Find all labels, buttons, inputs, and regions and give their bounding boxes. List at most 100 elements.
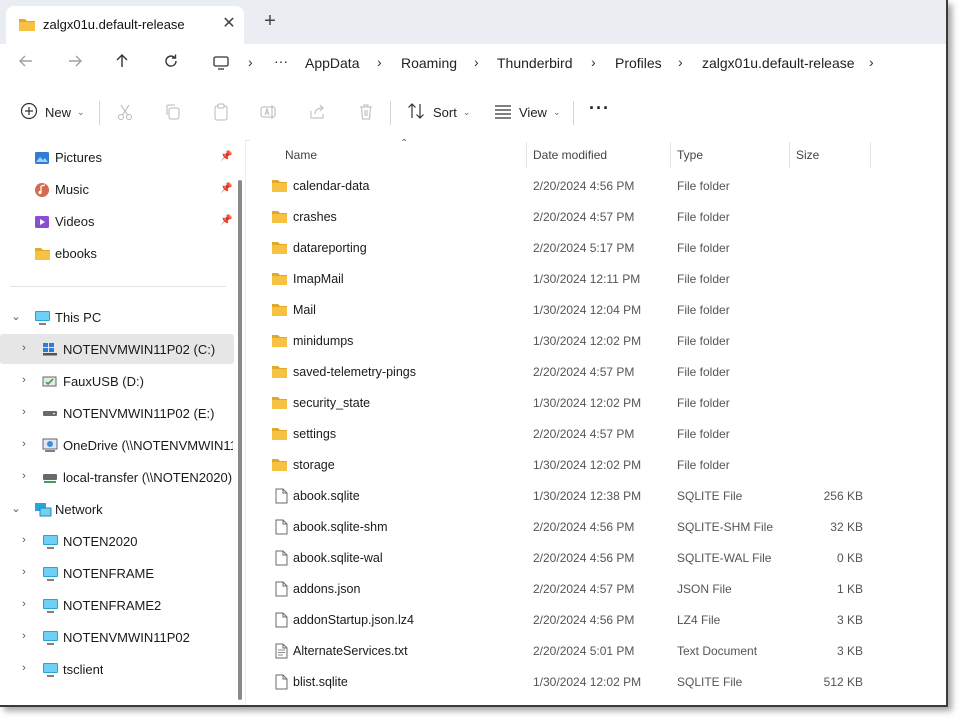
column-header-name[interactable]: Name bbox=[285, 148, 317, 162]
column-divider[interactable] bbox=[789, 142, 790, 168]
column-header-size[interactable]: Size bbox=[796, 148, 819, 162]
sidebar-item-tsclient[interactable]: › tsclient bbox=[0, 654, 234, 684]
rename-icon[interactable] bbox=[259, 102, 279, 122]
sidebar-item-music[interactable]: Music 📌 bbox=[0, 174, 234, 204]
delete-icon[interactable] bbox=[356, 102, 376, 122]
sidebar-item-drive-c[interactable]: › NOTENVMWIN11P02 (C:) bbox=[0, 334, 234, 364]
table-row[interactable]: blist.sqlite 1/30/2024 12:02 PM SQLITE Fil… bbox=[250, 667, 946, 698]
column-divider[interactable] bbox=[526, 142, 527, 168]
forward-arrow-icon[interactable] bbox=[63, 52, 87, 76]
file-name: security_state bbox=[293, 396, 371, 410]
breadcrumb-current-folder[interactable]: zalgx01u.default-release bbox=[702, 55, 855, 71]
table-row[interactable]: abook.sqlite-shm 2/20/2024 4:56 PM SQLITE-… bbox=[250, 512, 946, 543]
chevron-right-icon[interactable]: › bbox=[869, 54, 874, 70]
chevron-right-icon[interactable]: › bbox=[18, 630, 30, 642]
pin-icon[interactable]: 📌 bbox=[220, 151, 232, 162]
file-icon bbox=[275, 488, 288, 507]
breadcrumb-profiles[interactable]: Profiles bbox=[615, 55, 662, 71]
sidebar-item-noten2020[interactable]: › NOTEN2020 bbox=[0, 526, 234, 556]
new-button[interactable]: New ⌄ bbox=[20, 102, 85, 123]
copy-icon[interactable] bbox=[163, 102, 183, 122]
table-row[interactable]: abook.sqlite 1/30/2024 12:38 PM SQLITE Fil… bbox=[250, 481, 946, 512]
chevron-down-icon[interactable]: ⌄ bbox=[10, 310, 22, 323]
file-type: File folder bbox=[677, 241, 730, 255]
breadcrumb-roaming[interactable]: Roaming bbox=[401, 55, 457, 71]
sidebar-scrollbar[interactable] bbox=[238, 180, 242, 700]
share-icon[interactable] bbox=[307, 102, 327, 122]
table-row[interactable]: settings 2/20/2024 4:57 PM File folder bbox=[250, 419, 946, 450]
file-type: SQLITE File bbox=[677, 489, 743, 503]
chevron-right-icon[interactable]: › bbox=[474, 54, 479, 70]
table-row[interactable]: ImapMail 1/30/2024 12:11 PM File folder bbox=[250, 264, 946, 295]
table-row[interactable]: abook.sqlite-wal 2/20/2024 4:56 PM SQLITE-… bbox=[250, 543, 946, 574]
column-header-type[interactable]: Type bbox=[677, 148, 703, 162]
pin-icon[interactable]: 📌 bbox=[220, 183, 232, 194]
file-size: 32 KB bbox=[830, 520, 863, 534]
column-divider[interactable] bbox=[670, 142, 671, 168]
close-icon[interactable]: ✕ bbox=[219, 14, 239, 34]
table-row[interactable]: addons.json 2/20/2024 4:57 PM JSON File 1 K… bbox=[250, 574, 946, 605]
table-row[interactable]: saved-telemetry-pings 2/20/2024 4:57 PM Fi… bbox=[250, 357, 946, 388]
sidebar-item-notenframe[interactable]: › NOTENFRAME bbox=[0, 558, 234, 588]
table-row[interactable]: datareporting 2/20/2024 5:17 PM File folde… bbox=[250, 233, 946, 264]
file-name: addons.json bbox=[293, 582, 361, 596]
cut-icon[interactable] bbox=[115, 102, 135, 122]
table-row[interactable]: calendar-data 2/20/2024 4:56 PM File folde… bbox=[250, 171, 946, 202]
this-pc-icon[interactable] bbox=[212, 55, 230, 74]
column-divider[interactable] bbox=[870, 142, 871, 168]
sidebar-item-drive-d[interactable]: › FauxUSB (D:) bbox=[0, 366, 234, 396]
table-row[interactable]: crashes 2/20/2024 4:57 PM File folder bbox=[250, 202, 946, 233]
sidebar-item-network[interactable]: ⌄ Network bbox=[0, 494, 234, 524]
chevron-right-icon[interactable]: › bbox=[18, 374, 30, 386]
table-row[interactable]: Mail 1/30/2024 12:04 PM File folder bbox=[250, 295, 946, 326]
paste-icon[interactable] bbox=[211, 102, 231, 122]
chevron-right-icon[interactable]: › bbox=[18, 406, 30, 418]
table-row[interactable]: storage 1/30/2024 12:02 PM File folder bbox=[250, 450, 946, 481]
sidebar-item-onedrive[interactable]: › OneDrive (\\NOTENVMWIN11P02 bbox=[0, 430, 234, 460]
chevron-right-icon[interactable]: › bbox=[248, 54, 253, 70]
sidebar-item-notenvmwin11p02[interactable]: › NOTENVMWIN11P02 bbox=[0, 622, 234, 652]
table-row[interactable]: addonStartup.json.lz4 2/20/2024 4:56 PM LZ… bbox=[250, 605, 946, 636]
chevron-right-icon[interactable]: › bbox=[678, 54, 683, 70]
sidebar-item-notenframe2[interactable]: › NOTENFRAME2 bbox=[0, 590, 234, 620]
pin-icon[interactable]: 📌 bbox=[220, 215, 232, 226]
sidebar-item-label: FauxUSB (D:) bbox=[63, 374, 144, 389]
file-icon bbox=[275, 519, 288, 538]
column-header-date[interactable]: Date modified bbox=[533, 148, 607, 162]
pane-divider[interactable] bbox=[245, 140, 246, 705]
chevron-right-icon[interactable]: › bbox=[377, 54, 382, 70]
sidebar-item-videos[interactable]: Videos 📌 bbox=[0, 206, 234, 236]
sidebar-item-this-pc[interactable]: ⌄ This PC bbox=[0, 302, 234, 332]
sort-button[interactable]: Sort ⌄ bbox=[407, 102, 470, 123]
chevron-right-icon[interactable]: › bbox=[18, 470, 30, 482]
chevron-down-icon[interactable]: ⌄ bbox=[10, 502, 22, 515]
file-date-modified: 2/20/2024 4:57 PM bbox=[533, 365, 635, 379]
more-options-button[interactable]: ··· bbox=[589, 98, 610, 119]
chevron-right-icon[interactable]: › bbox=[591, 54, 596, 70]
up-arrow-icon[interactable] bbox=[110, 52, 134, 76]
chevron-right-icon[interactable]: › bbox=[18, 342, 30, 354]
back-arrow-icon[interactable] bbox=[14, 52, 38, 76]
breadcrumb-thunderbird[interactable]: Thunderbird bbox=[497, 55, 573, 71]
tab-current[interactable]: zalgx01u.default-release ✕ bbox=[6, 6, 244, 44]
sidebar-item-local-transfer[interactable]: › local-transfer (\\NOTEN2020) (T:) bbox=[0, 462, 234, 492]
computer-icon bbox=[42, 662, 59, 681]
sidebar-item-drive-e[interactable]: › NOTENVMWIN11P02 (E:) bbox=[0, 398, 234, 428]
breadcrumb[interactable]: › ··· AppData › Roaming › Thunderbird › … bbox=[202, 48, 942, 80]
new-tab-button[interactable]: + bbox=[260, 11, 280, 31]
chevron-right-icon[interactable]: › bbox=[18, 598, 30, 610]
refresh-icon[interactable] bbox=[159, 52, 183, 76]
sidebar-item-pictures[interactable]: Pictures 📌 bbox=[0, 142, 234, 172]
sidebar-item-ebooks[interactable]: ebooks bbox=[0, 238, 234, 268]
table-row[interactable]: security_state 1/30/2024 12:02 PM File fol… bbox=[250, 388, 946, 419]
chevron-right-icon[interactable]: › bbox=[18, 566, 30, 578]
breadcrumb-overflow[interactable]: ··· bbox=[274, 53, 288, 69]
view-button[interactable]: View ⌄ bbox=[494, 102, 561, 123]
breadcrumb-appdata[interactable]: AppData bbox=[305, 55, 359, 71]
chevron-right-icon[interactable]: › bbox=[18, 534, 30, 546]
chevron-right-icon[interactable]: › bbox=[18, 438, 30, 450]
file-type: Text Document bbox=[677, 644, 758, 658]
table-row[interactable]: minidumps 1/30/2024 12:02 PM File folder bbox=[250, 326, 946, 357]
table-row[interactable]: AlternateServices.txt 2/20/2024 5:01 PM Te… bbox=[250, 636, 946, 667]
chevron-right-icon[interactable]: › bbox=[18, 662, 30, 674]
